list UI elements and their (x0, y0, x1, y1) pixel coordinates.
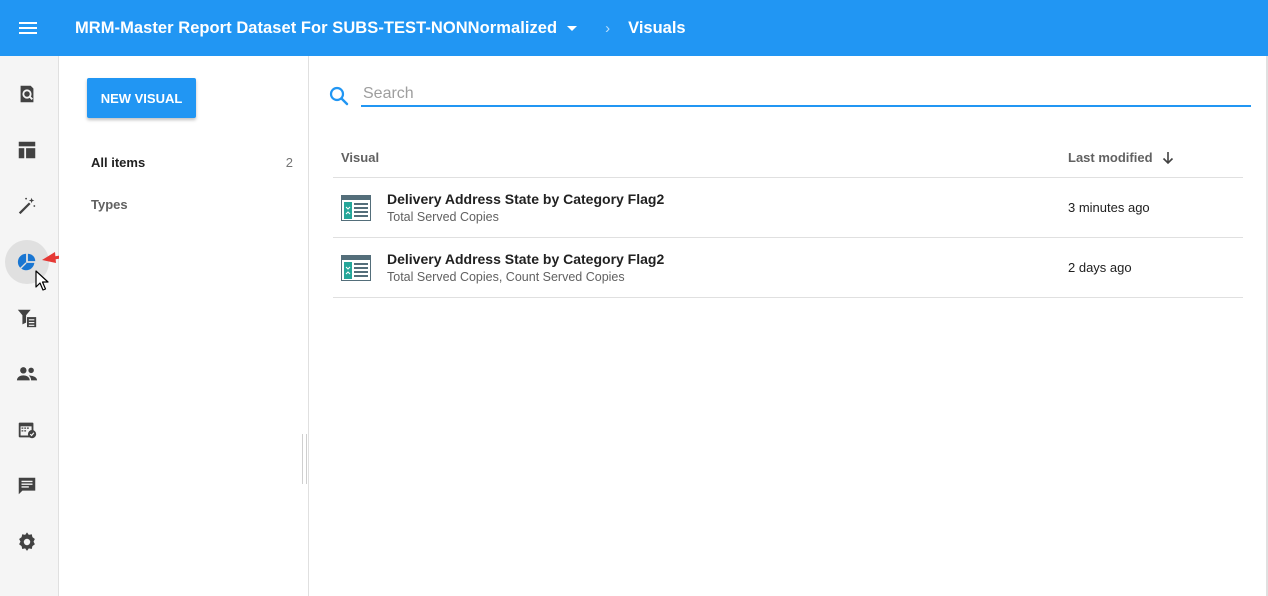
people-icon (16, 367, 38, 381)
column-header-last-modified[interactable]: Last modified (1068, 150, 1243, 165)
new-visual-button[interactable]: NEW VISUAL (87, 78, 196, 118)
filter-all-items-label: All items (91, 155, 146, 170)
column-header-visual[interactable]: Visual (341, 150, 1068, 165)
dataset-dropdown-caret-icon[interactable] (567, 25, 578, 31)
filter-all-items-count: 2 (285, 155, 293, 170)
search-icon (329, 86, 349, 106)
rail-item-schedules[interactable] (5, 408, 49, 452)
visual-measures: Total Served Copies (387, 210, 499, 224)
last-modified: 3 minutes ago (1068, 200, 1150, 215)
visual-title: Delivery Address State by Category Flag2 (387, 191, 665, 207)
row-text: Delivery Address State by Category Flag2… (387, 251, 1068, 284)
column-header-last-modified-label: Last modified (1068, 150, 1153, 165)
row-text: Delivery Address State by Category Flag2… (387, 191, 1068, 224)
rail-item-comments[interactable] (5, 464, 49, 508)
table-row[interactable]: Delivery Address State by Category Flag2… (333, 178, 1243, 238)
filter-types-label: Types (91, 197, 128, 212)
calendar-check-icon (18, 422, 37, 439)
rail-item-dashboards[interactable] (5, 128, 49, 172)
visual-title: Delivery Address State by Category Flag2 (387, 251, 665, 267)
comment-icon (18, 477, 36, 495)
search-document-icon (20, 85, 34, 103)
nav-rail (0, 56, 59, 596)
rail-item-filters[interactable] (5, 296, 49, 340)
breadcrumb-separator: › (605, 19, 611, 37)
filter-all-items[interactable]: All items 2 (91, 155, 293, 170)
rail-item-explore[interactable] (5, 72, 49, 116)
table-visual-icon (341, 254, 371, 281)
last-modified: 2 days ago (1068, 260, 1132, 275)
magic-wand-icon (18, 197, 36, 215)
table-header: Visual Last modified (333, 138, 1243, 178)
gear-icon (19, 532, 35, 551)
table-visual-icon (341, 194, 371, 221)
filter-types[interactable]: Types (91, 197, 293, 212)
dataset-title[interactable]: MRM-Master Report Dataset For SUBS-TEST-… (75, 19, 557, 38)
visuals-table: Visual Last modified Delivery Address St… (333, 138, 1243, 298)
arrow-down-icon[interactable] (1161, 151, 1175, 165)
rail-item-wizard[interactable] (5, 184, 49, 228)
page-title: Visuals (628, 18, 686, 37)
app-header: MRM-Master Report Dataset For SUBS-TEST-… (0, 0, 1268, 56)
mouse-pointer-icon (35, 270, 49, 291)
dashboard-layout-icon (18, 141, 36, 159)
visual-measures: Total Served Copies, Count Served Copies (387, 270, 625, 284)
search-input[interactable] (361, 82, 1251, 107)
filter-list-icon (17, 309, 37, 328)
table-row[interactable]: Delivery Address State by Category Flag2… (333, 238, 1243, 298)
filter-panel: NEW VISUAL All items 2 Types (59, 56, 309, 596)
panel-resize-handle[interactable] (302, 434, 307, 484)
hamburger-menu-icon[interactable] (0, 0, 56, 56)
rail-item-users[interactable] (5, 352, 49, 396)
rail-item-settings[interactable] (5, 520, 49, 564)
main-content: Visual Last modified Delivery Address St… (309, 56, 1268, 596)
